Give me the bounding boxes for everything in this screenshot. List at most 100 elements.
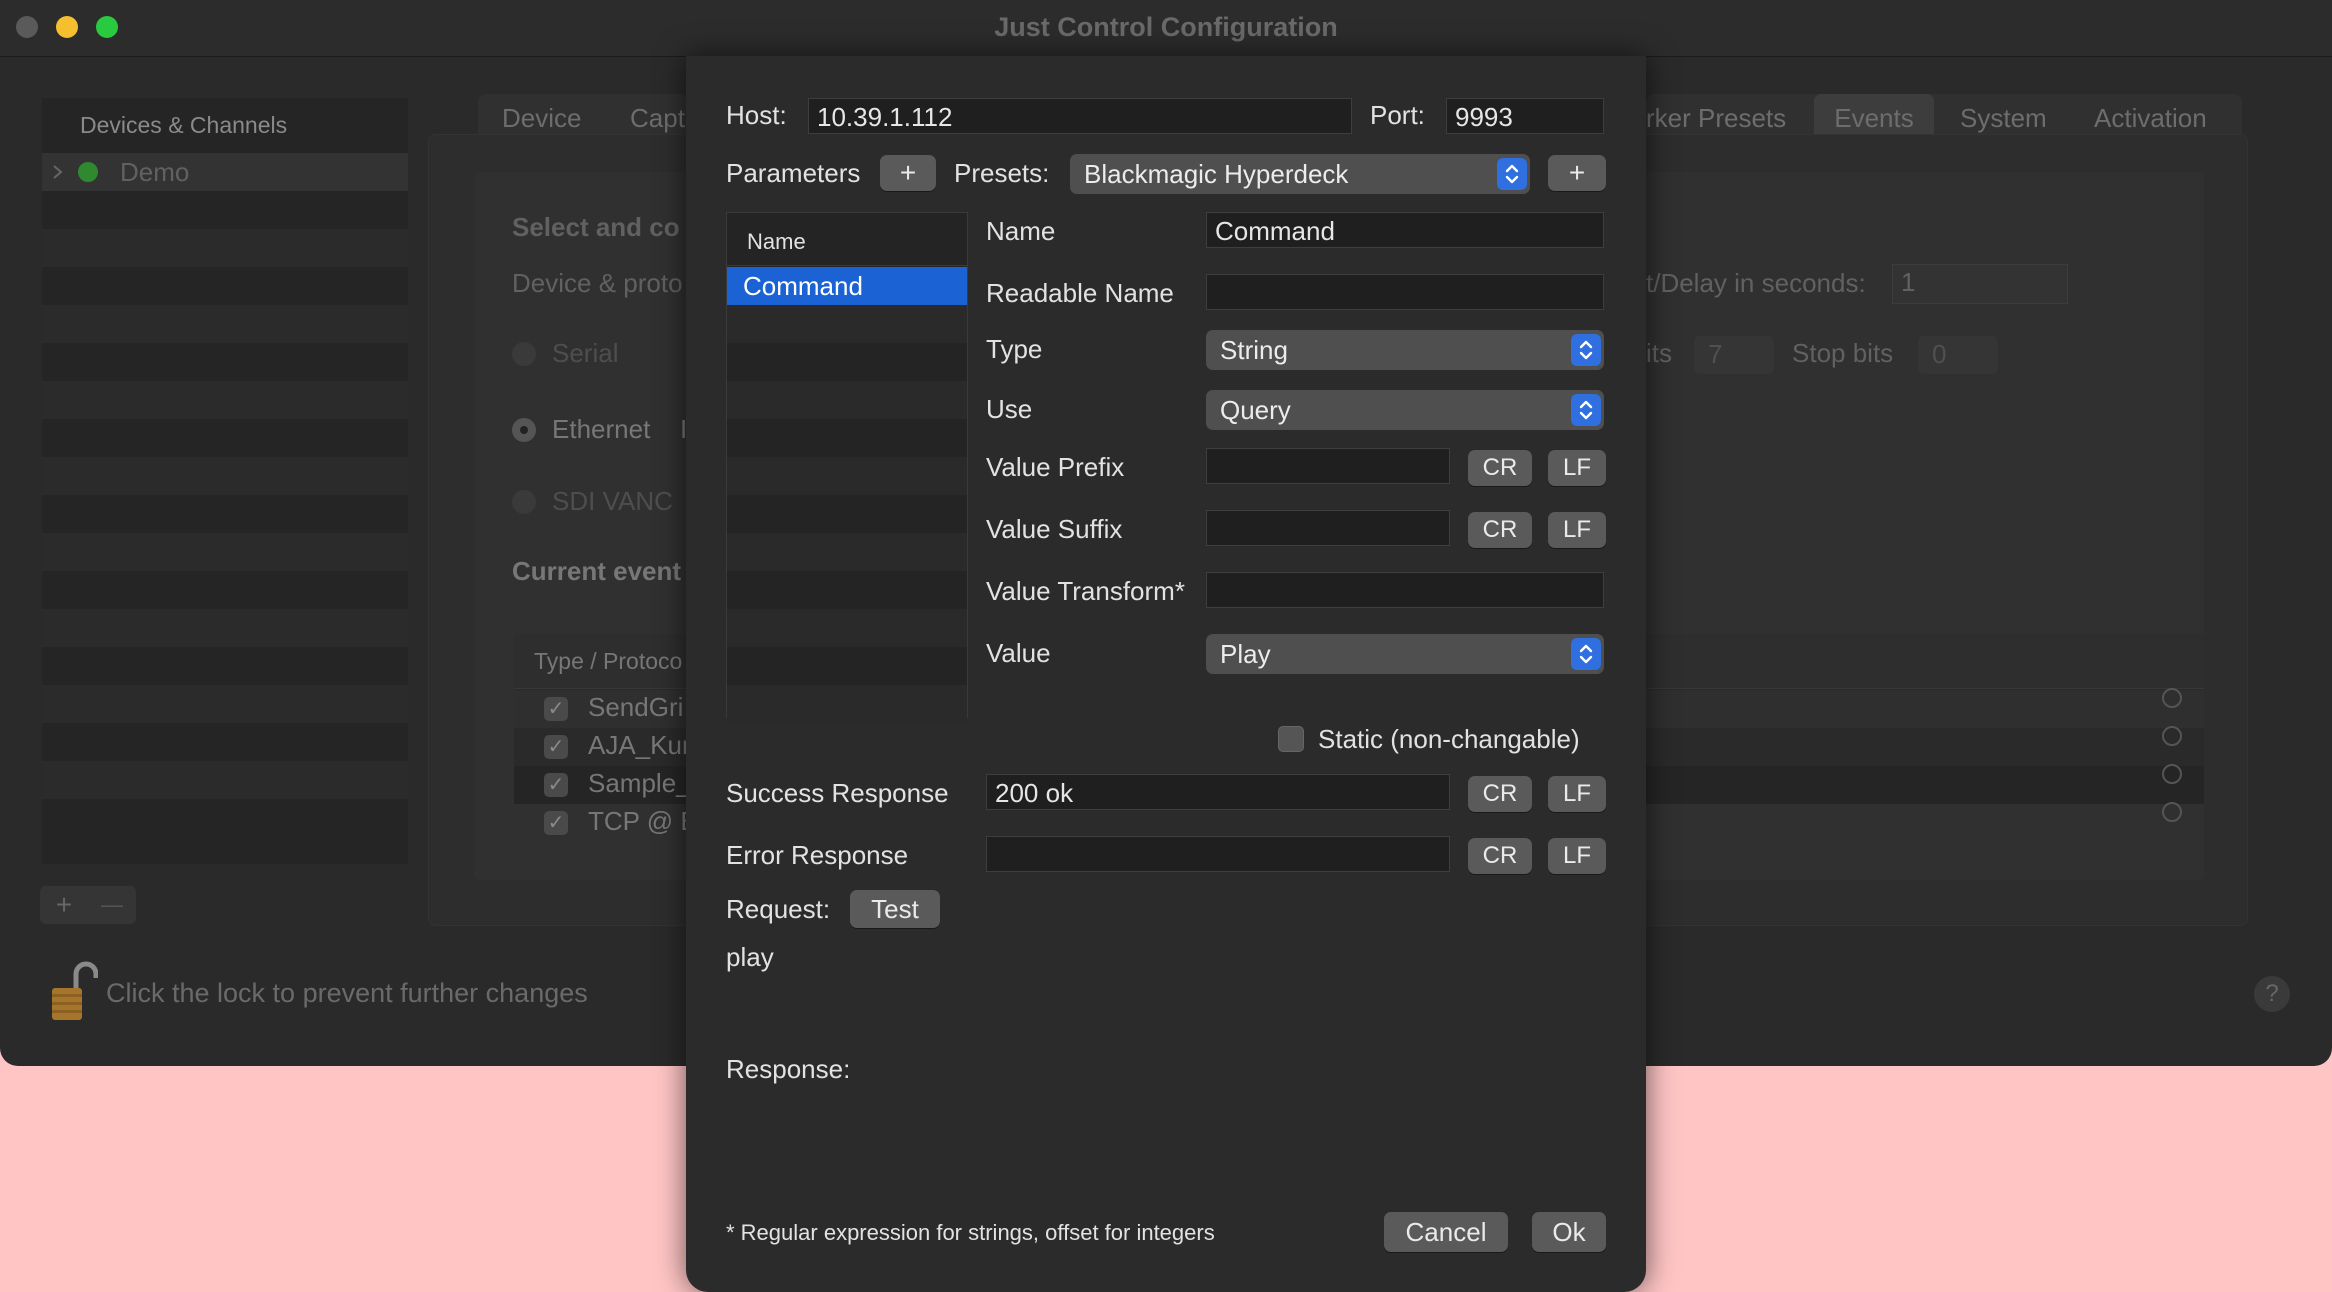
error-lf-button[interactable]: LF [1548, 838, 1606, 874]
stop-bits-stepper[interactable]: 0 [1918, 336, 1998, 374]
presets-label: Presets: [954, 158, 1050, 188]
delay-field[interactable]: 1 [1892, 264, 2068, 304]
add-device-button[interactable]: + [40, 886, 88, 924]
value-suffix-label: Value Suffix [986, 514, 1123, 544]
list-row [727, 381, 967, 419]
event-name: Sample_ [588, 768, 691, 798]
list-item[interactable]: Command [727, 267, 967, 305]
readable-name-label: Readable Name [986, 278, 1174, 308]
name-label: Name [986, 216, 1056, 246]
value-transform-field[interactable] [1206, 572, 1604, 608]
type-popup[interactable]: String [1206, 330, 1604, 370]
remove-event-icon[interactable] [2162, 764, 2182, 784]
event-name: AJA_Kur [588, 730, 691, 760]
event-checkbox[interactable]: ✓ [544, 697, 568, 721]
sidebar-row [42, 457, 408, 495]
list-item-label: Command [743, 271, 863, 301]
success-lf-button[interactable]: LF [1548, 776, 1606, 812]
presets-value: Blackmagic Hyperdeck [1084, 159, 1349, 189]
suffix-cr-button[interactable]: CR [1468, 512, 1532, 548]
name-field[interactable]: Command [1206, 212, 1604, 248]
event-checkbox[interactable]: ✓ [544, 735, 568, 759]
delay-label: t/Delay in seconds: [1646, 268, 1866, 298]
sidebar-item-demo[interactable]: Demo [42, 153, 408, 191]
stop-bits-label: Stop bits [1792, 338, 1894, 368]
title-bar: Just Control Configuration [0, 0, 2332, 57]
devices-sidebar: Devices & Channels Demo [42, 98, 408, 864]
parameters-label: Parameters [726, 158, 861, 188]
success-response-field[interactable]: 200 ok [986, 774, 1450, 810]
success-cr-button[interactable]: CR [1468, 776, 1532, 812]
cancel-button[interactable]: Cancel [1384, 1212, 1508, 1252]
success-response-label: Success Response [726, 778, 949, 808]
error-cr-button[interactable]: CR [1468, 838, 1532, 874]
list-row [727, 457, 967, 495]
popup-arrows-icon [1571, 394, 1601, 426]
static-checkbox[interactable] [1278, 726, 1304, 752]
event-checkbox[interactable]: ✓ [544, 811, 568, 835]
section-heading: Select and co [512, 212, 680, 242]
footnote: * Regular expression for strings, offset… [726, 1220, 1215, 1245]
list-row [727, 609, 967, 647]
use-label: Use [986, 394, 1033, 424]
ok-button[interactable]: Ok [1532, 1212, 1606, 1252]
port-field[interactable]: 9993 [1446, 98, 1604, 134]
add-preset-button[interactable]: + [1548, 155, 1606, 191]
chevron-right-icon[interactable] [52, 164, 64, 180]
lock-message: Click the lock to prevent further change… [106, 978, 588, 1008]
prefix-cr-button[interactable]: CR [1468, 450, 1532, 486]
delay-value: 1 [1901, 267, 1916, 297]
static-label: Static (non-changable) [1318, 724, 1580, 754]
event-checkbox[interactable]: ✓ [544, 773, 568, 797]
popup-arrows-icon [1571, 334, 1601, 366]
popup-arrows-icon [1571, 638, 1601, 670]
request-label: Request: [726, 894, 831, 924]
test-button[interactable]: Test [850, 890, 940, 928]
presets-popup[interactable]: Blackmagic Hyperdeck [1070, 154, 1530, 194]
use-popup[interactable]: Query [1206, 390, 1604, 430]
type-value: String [1220, 335, 1288, 365]
sdi-vanc-radio[interactable] [512, 490, 536, 514]
bits-label: its [1646, 338, 1672, 368]
request-text: play [726, 942, 774, 972]
suffix-lf-button[interactable]: LF [1548, 512, 1606, 548]
host-label: Host: [726, 100, 787, 130]
response-label: Response: [726, 1054, 851, 1084]
data-bits-stepper[interactable]: 7 [1694, 336, 1774, 374]
help-button[interactable]: ? [2254, 976, 2290, 1012]
readable-name-field[interactable] [1206, 274, 1604, 310]
value-value: Play [1220, 639, 1271, 669]
sidebar-row [42, 533, 408, 571]
remove-device-button[interactable]: — [88, 886, 136, 924]
value-label: Value [986, 638, 1051, 668]
prefix-lf-button[interactable]: LF [1548, 450, 1606, 486]
sidebar-item-label: Demo [120, 157, 190, 187]
error-response-field[interactable] [986, 836, 1450, 872]
add-parameter-button[interactable]: + [880, 155, 936, 191]
list-header-name: Name [747, 229, 806, 254]
list-row [727, 305, 967, 343]
error-response-label: Error Response [726, 840, 909, 870]
sidebar-row [42, 305, 408, 343]
stop-bits-value: 0 [1932, 339, 1947, 369]
serial-radio[interactable] [512, 342, 536, 366]
remove-event-icon[interactable] [2162, 688, 2182, 708]
value-prefix-field[interactable] [1206, 448, 1450, 484]
ethernet-label: Ethernet [552, 414, 651, 444]
sdi-vanc-label: SDI VANC [552, 486, 673, 516]
status-dot [78, 162, 98, 182]
ethernet-radio[interactable] [512, 418, 536, 442]
value-suffix-field[interactable] [1206, 510, 1450, 546]
popup-arrows-icon [1497, 158, 1527, 190]
value-popup[interactable]: Play [1206, 634, 1604, 674]
remove-event-icon[interactable] [2162, 802, 2182, 822]
sidebar-row [42, 685, 408, 723]
window-title: Just Control Configuration [994, 12, 1338, 42]
sidebar-row [42, 609, 408, 647]
remove-event-icon[interactable] [2162, 726, 2182, 746]
host-field[interactable]: 10.39.1.112 [808, 98, 1352, 134]
parameter-list: Name Command [726, 212, 968, 723]
type-label: Type [986, 334, 1043, 364]
lock-icon[interactable] [48, 960, 98, 1024]
sidebar-row [42, 761, 408, 799]
